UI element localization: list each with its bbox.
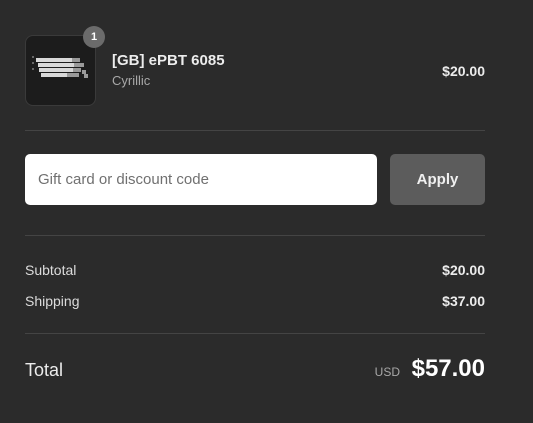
- cart-line-item: 1 [GB] ePBT 6085 Cyrillic $20.00: [25, 26, 485, 106]
- divider: [25, 333, 485, 334]
- product-price: $20.00: [442, 63, 485, 79]
- product-name: [GB] ePBT 6085: [112, 52, 225, 69]
- keycap-set-image: [32, 56, 88, 78]
- quantity-badge: 1: [83, 26, 105, 48]
- product-thumbnail: [25, 35, 96, 106]
- product-variant: Cyrillic: [112, 73, 151, 88]
- subtotal-value: $20.00: [442, 262, 485, 278]
- subtotal-label: Subtotal: [25, 262, 77, 278]
- apply-discount-button[interactable]: Apply: [390, 154, 485, 205]
- total-value: $57.00: [411, 355, 485, 382]
- total-label: Total: [25, 360, 64, 380]
- divider: [25, 130, 485, 131]
- divider: [25, 235, 485, 236]
- discount-code-input[interactable]: [25, 154, 377, 205]
- currency-code: USD: [374, 365, 400, 379]
- order-summary: 1 [GB] ePBT 6085 Cyrillic $20.00 Apply S…: [0, 0, 533, 423]
- shipping-value: $37.00: [442, 293, 485, 309]
- shipping-label: Shipping: [25, 293, 80, 309]
